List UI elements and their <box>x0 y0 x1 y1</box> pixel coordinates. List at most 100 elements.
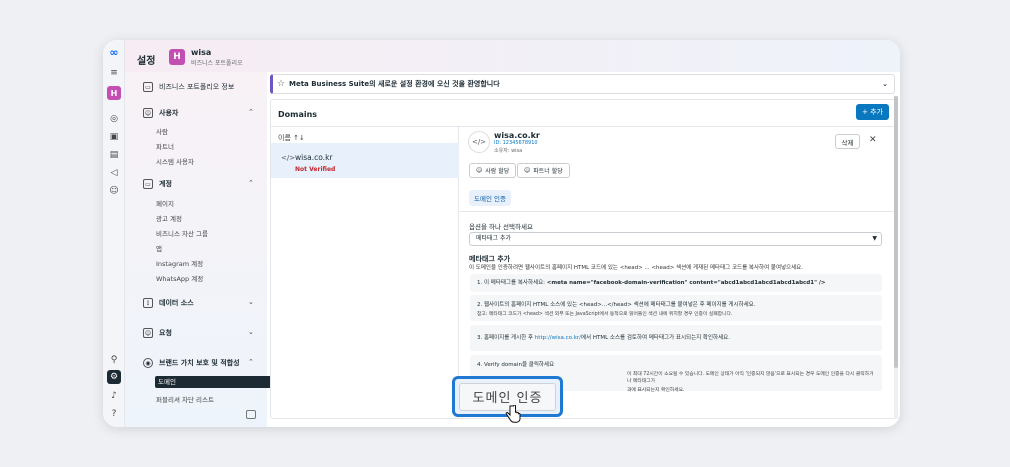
button-label: 파트너 할당 <box>533 168 563 175</box>
meta-tag-code[interactable]: <meta name="facebook-domain-verification… <box>547 280 826 286</box>
domain-name: wisa.co.kr <box>295 153 333 162</box>
chevron-down-icon[interactable]: ⌄ <box>248 298 254 306</box>
person-icon: ☺ <box>524 167 531 174</box>
bell-icon[interactable]: ♪ <box>107 389 121 403</box>
person-add-icon: ☺ <box>143 328 153 338</box>
step-1: 1. 이 메타태그를 복사하세요: <meta name="facebook-d… <box>470 274 882 292</box>
gear-icon[interactable]: ⚙ <box>107 370 121 384</box>
sidebar-section-data-sources[interactable]: ⋮ 데이터 소스 <box>143 298 194 308</box>
tab-domain-verification[interactable]: 도메인 인증 <box>469 190 511 206</box>
bag-icon[interactable]: ▣ <box>107 130 121 144</box>
code-icon: </> <box>468 131 490 153</box>
assign-partner-button[interactable]: ☺ 파트너 할당 <box>517 163 570 178</box>
help-icon[interactable]: ? <box>107 407 121 421</box>
welcome-banner[interactable]: ☆ Meta Business Suite의 새로운 설정 환경에 오신 것을 … <box>270 74 895 94</box>
meta-tag-description: 이 도메인을 인증하려면 웹사이트의 홈페이지 HTML 코드에 있는 <hea… <box>469 265 803 271</box>
sidebar-item-instagram[interactable]: Instagram 계정 <box>156 258 203 268</box>
step-text: 에서 HTML 소스를 검토하여 메타태그가 표시되는지 확인하세요. <box>581 335 730 341</box>
settings-header: 설정 H wisa 비즈니스 포트폴리오 <box>125 40 900 72</box>
person-icon: ☺ <box>476 167 483 174</box>
global-nav-rail: ∞ ≡ H ◎ ▣ ▤ ◁ ☺ ⚲ ⚙ ♪ ? <box>103 40 125 427</box>
chevron-down-icon[interactable]: ⌄ <box>882 75 888 93</box>
chevron-up-icon[interactable]: ⌃ <box>248 179 254 187</box>
option-label: 옵션을 하나 선택하세요 <box>469 223 533 231</box>
sidebar-section-label: 데이터 소스 <box>159 299 194 307</box>
sidebar-section-requests[interactable]: ☺ 요청 <box>143 328 172 338</box>
chevron-up-icon[interactable]: ⌃ <box>248 358 254 366</box>
banner-text: Meta Business Suite의 새로운 설정 환경에 오신 것을 환영… <box>289 80 500 88</box>
panel-title: Domains <box>278 110 318 119</box>
document-icon[interactable]: ▤ <box>107 148 121 162</box>
step-text: 1. 이 메타태그를 복사하세요: <box>477 280 547 286</box>
status-badge: Not Verified <box>295 166 336 173</box>
verification-method-select[interactable]: 메타태그 추가 ▼ <box>469 232 882 246</box>
sidebar-section-accounts[interactable]: ▭ 계정 <box>143 179 172 189</box>
folder-icon: ▭ <box>143 179 153 189</box>
megaphone-icon[interactable]: ◁ <box>107 166 121 180</box>
business-badge[interactable]: H <box>169 49 185 65</box>
briefcase-icon: ▭ <box>143 82 153 92</box>
homepage-link[interactable]: http://wisa.co.kr/ <box>535 335 581 341</box>
caret-down-icon: ▼ <box>872 235 877 242</box>
page-title: 설정 <box>137 56 156 67</box>
compass-icon[interactable]: ◎ <box>107 112 121 126</box>
sidebar-item-asset-groups[interactable]: 비즈니스 자산 그룹 <box>156 228 208 238</box>
scrollbar-thumb[interactable] <box>894 96 898 368</box>
sidebar-section-brand-safety[interactable]: ◉ 브랜드 가치 보호 및 적합성 <box>143 358 240 368</box>
settings-sidebar: ▭ 비즈니스 포트폴리오 정보 ☺ 사용자 ⌃ 사람 파트너 시스템 사용자 ▭… <box>125 72 283 427</box>
sidebar-section-label: 계정 <box>159 180 172 188</box>
sidebar-item-portfolio-info[interactable]: ▭ 비즈니스 포트폴리오 정보 <box>143 82 234 92</box>
assign-people-button[interactable]: ☺ 사람 할당 <box>469 163 517 178</box>
collapse-sidebar-icon[interactable] <box>246 410 256 419</box>
list-item[interactable]: </> wisa.co.kr Not Verified <box>271 143 459 178</box>
divider <box>460 211 896 212</box>
select-value: 메타태그 추가 <box>476 235 512 242</box>
sidebar-item-partners[interactable]: 파트너 <box>156 141 174 151</box>
domain-owner: 소유자: wisa <box>494 148 523 154</box>
business-avatar[interactable]: H <box>107 86 121 100</box>
menu-icon[interactable]: ≡ <box>107 66 121 80</box>
business-subtitle: 비즈니스 포트폴리오 <box>191 60 243 67</box>
domain-list: 이름 ↑↓ </> wisa.co.kr Not Verified <box>271 127 459 418</box>
search-icon[interactable]: ⚲ <box>107 353 121 367</box>
sidebar-section-label: 사용자 <box>159 109 179 117</box>
step-text: 4. Verify domain을 클릭하세요 <box>477 362 555 368</box>
sidebar-item-pages[interactable]: 페이지 <box>156 198 174 208</box>
sidebar-item-whatsapp[interactable]: WhatsApp 계정 <box>156 273 203 283</box>
chevron-up-icon[interactable]: ⌃ <box>248 108 254 116</box>
code-icon: </> <box>281 154 296 162</box>
button-label: 사람 할당 <box>485 168 510 175</box>
people-icon[interactable]: ☺ <box>107 184 121 198</box>
main-content: ☆ Meta Business Suite의 새로운 설정 환경에 오신 것을 … <box>270 72 900 427</box>
close-icon[interactable]: ✕ <box>869 135 877 145</box>
delete-button[interactable]: 삭제 <box>835 134 860 149</box>
step-text: 2. 웹사이트의 홈페이지 HTML 소스에 있는 <head>...</hea… <box>477 302 756 308</box>
sidebar-section-label: 요청 <box>159 329 172 337</box>
meta-logo-icon[interactable]: ∞ <box>107 45 121 59</box>
sidebar-section-users[interactable]: ☺ 사용자 <box>143 108 178 118</box>
business-name[interactable]: wisa <box>191 48 211 57</box>
sidebar-item-system-users[interactable]: 시스템 사용자 <box>156 156 194 166</box>
add-domain-button[interactable]: + 추가 <box>856 104 889 120</box>
domain-detail: </> wisa.co.kr ID: 12345678910 소유자: wisa… <box>460 127 896 418</box>
step-text: 3. 홈페이지를 게시한 후 <box>477 335 535 341</box>
sidebar-item-ad-accounts[interactable]: 광고 계정 <box>156 213 182 223</box>
star-icon: ☆ <box>277 79 286 89</box>
chevron-down-icon[interactable]: ⌄ <box>248 328 254 336</box>
hand-cursor-icon <box>505 405 521 423</box>
users-icon: ☺ <box>143 108 153 118</box>
data-source-icon: ⋮ <box>143 298 153 308</box>
app-window: ∞ ≡ H ◎ ▣ ▤ ◁ ☺ ⚲ ⚙ ♪ ? 설정 H wisa 비즈니스 포… <box>103 40 900 427</box>
detail-domain-name: wisa.co.kr <box>494 131 540 140</box>
domain-id: ID: 12345678910 <box>494 140 538 146</box>
step-2: 2. 웹사이트의 홈페이지 HTML 소스에 있는 <head>...</hea… <box>470 295 882 321</box>
sidebar-item-label: 비즈니스 포트폴리오 정보 <box>159 83 235 91</box>
sidebar-item-domains[interactable]: 도메인 <box>155 376 283 388</box>
domains-panel: Domains + 추가 이름 ↑↓ </> wisa.co.kr Not Ve… <box>270 99 897 419</box>
step-3: 3. 홈페이지를 게시한 후 http://wisa.co.kr/에서 HTML… <box>470 325 882 351</box>
sidebar-item-block-list[interactable]: 퍼블리셔 차단 리스트 <box>156 394 214 404</box>
sidebar-item-people[interactable]: 사람 <box>156 126 168 136</box>
name-column-header[interactable]: 이름 ↑↓ <box>278 133 305 143</box>
sidebar-section-label: 브랜드 가치 보호 및 적합성 <box>159 359 240 367</box>
sidebar-item-apps[interactable]: 앱 <box>156 243 162 253</box>
